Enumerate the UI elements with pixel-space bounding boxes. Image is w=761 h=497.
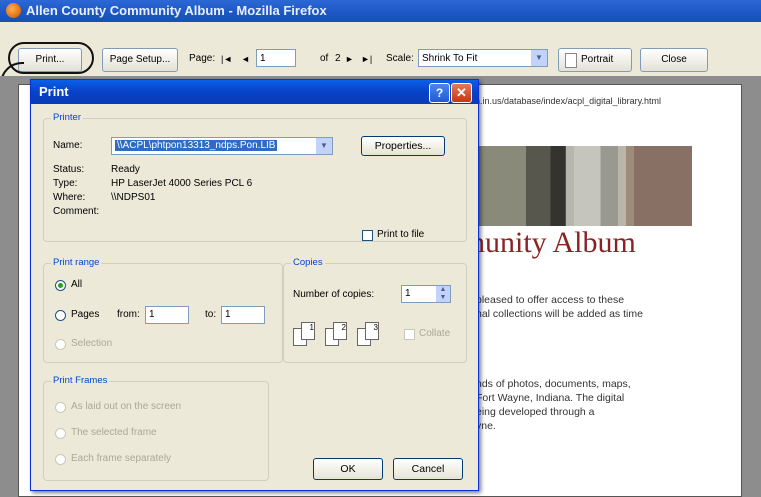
laid-out-radio[interactable]: [55, 402, 66, 413]
preview-text-line: nds of photos, documents, maps,: [476, 378, 631, 390]
firefox-titlebar: Allen County Community Album - Mozilla F…: [0, 0, 761, 22]
collate-page-icon: 2: [333, 322, 347, 340]
each-frame-label: Each frame separately: [71, 453, 172, 464]
all-label: All: [71, 279, 83, 290]
selected-frame-label: The selected frame: [71, 427, 157, 438]
chevron-down-icon: ▼: [316, 138, 332, 154]
preview-url: h.in.us/database/index/acpl_digital_libr…: [475, 96, 661, 106]
preview-text-line: eing developed through a: [476, 406, 595, 418]
status-value: Ready: [111, 164, 140, 175]
print-to-file-label: Print to file: [377, 229, 425, 240]
close-icon[interactable]: ✕: [451, 83, 472, 103]
dialog-titlebar: Print ? ✕: [31, 80, 478, 104]
selected-frame-radio[interactable]: [55, 428, 66, 439]
portrait-label: Portrait: [581, 54, 614, 65]
copies-value: 1: [405, 288, 411, 299]
laid-out-label: As laid out on the screen: [71, 401, 182, 412]
type-value: HP LaserJet 4000 Series PCL 6: [111, 178, 253, 189]
cancel-button[interactable]: Cancel: [393, 458, 463, 480]
dialog-title: Print: [39, 84, 69, 99]
copies-input[interactable]: 1 ▲ ▼: [401, 285, 451, 303]
where-label: Where:: [53, 192, 86, 203]
print-dialog: Print ? ✕ Printer Name: \\ACPL\phtpon133…: [30, 79, 479, 491]
page-label: Page:: [189, 53, 216, 64]
firefox-icon: [6, 3, 21, 18]
photo-3: [634, 146, 692, 226]
preview-text-line: nal collections will be added as time: [476, 308, 643, 320]
page-setup-button[interactable]: Page Setup...: [102, 48, 178, 72]
portrait-button[interactable]: Portrait: [558, 48, 632, 72]
preview-text-line: pleased to offer access to these: [476, 294, 625, 306]
scale-label: Scale:: [386, 53, 414, 64]
all-radio[interactable]: [55, 280, 66, 291]
number-of-copies-label: Number of copies:: [293, 289, 375, 300]
page-number-input[interactable]: 1: [256, 49, 296, 67]
first-page-button[interactable]: |◄: [221, 48, 232, 70]
ok-button[interactable]: OK: [313, 458, 383, 480]
to-page-input[interactable]: 1: [221, 306, 265, 324]
pages-label: Pages: [71, 309, 100, 320]
to-label: to:: [205, 309, 217, 320]
pages-radio[interactable]: [55, 310, 66, 321]
type-label: Type:: [53, 178, 78, 189]
scale-value: Shrink To Fit: [422, 53, 478, 64]
previous-page-button[interactable]: ◄: [241, 48, 250, 70]
last-page-button[interactable]: ►|: [361, 48, 372, 70]
scale-select[interactable]: Shrink To Fit ▼: [418, 49, 548, 67]
from-label: from:: [117, 309, 140, 320]
spinner-icon[interactable]: ▲ ▼: [436, 286, 450, 302]
collate-page-icon: 1: [301, 322, 315, 340]
preview-photo-strip: [474, 146, 692, 226]
next-page-button[interactable]: ►: [345, 48, 354, 70]
of-label: of: [320, 53, 329, 64]
collate-label: Collate: [419, 328, 451, 339]
printer-name-value: \\ACPL\phtpon13313_ndps.Pon.LIB: [115, 140, 278, 151]
printer-name-select[interactable]: \\ACPL\phtpon13313_ndps.Pon.LIB ▼: [111, 137, 333, 155]
help-button[interactable]: ?: [429, 83, 450, 103]
from-page-input[interactable]: 1: [145, 306, 189, 324]
selection-radio[interactable]: [55, 339, 66, 350]
preview-text-line: Fort Wayne, Indiana. The digital: [476, 392, 625, 404]
preview-heading: nunity Album: [470, 226, 636, 259]
where-value: \\NDPS01: [111, 192, 156, 203]
collate-page-icon: 3: [365, 322, 379, 340]
chevron-down-icon: ▼: [531, 50, 547, 66]
print-to-file-checkbox[interactable]: [362, 230, 373, 241]
photo-2: [574, 146, 626, 226]
page-icon: [565, 53, 577, 68]
each-frame-radio[interactable]: [55, 454, 66, 465]
selection-label: Selection: [71, 338, 113, 349]
comment-label: Comment:: [53, 206, 100, 217]
copies-group-label: Copies: [291, 257, 325, 268]
printer-group-label: Printer: [51, 112, 83, 123]
photo-1: [526, 146, 566, 226]
name-label: Name:: [53, 140, 83, 151]
collate-checkbox[interactable]: [404, 329, 415, 340]
window-title: Allen County Community Album - Mozilla F…: [26, 3, 327, 18]
close-preview-button[interactable]: Close: [640, 48, 708, 72]
status-label: Status:: [53, 164, 85, 175]
copies-group: [283, 263, 467, 363]
properties-button[interactable]: Properties...: [361, 136, 445, 156]
print-frames-group-label: Print Frames: [51, 375, 110, 386]
total-pages: 2: [335, 53, 341, 64]
print-range-group-label: Print range: [51, 257, 102, 268]
